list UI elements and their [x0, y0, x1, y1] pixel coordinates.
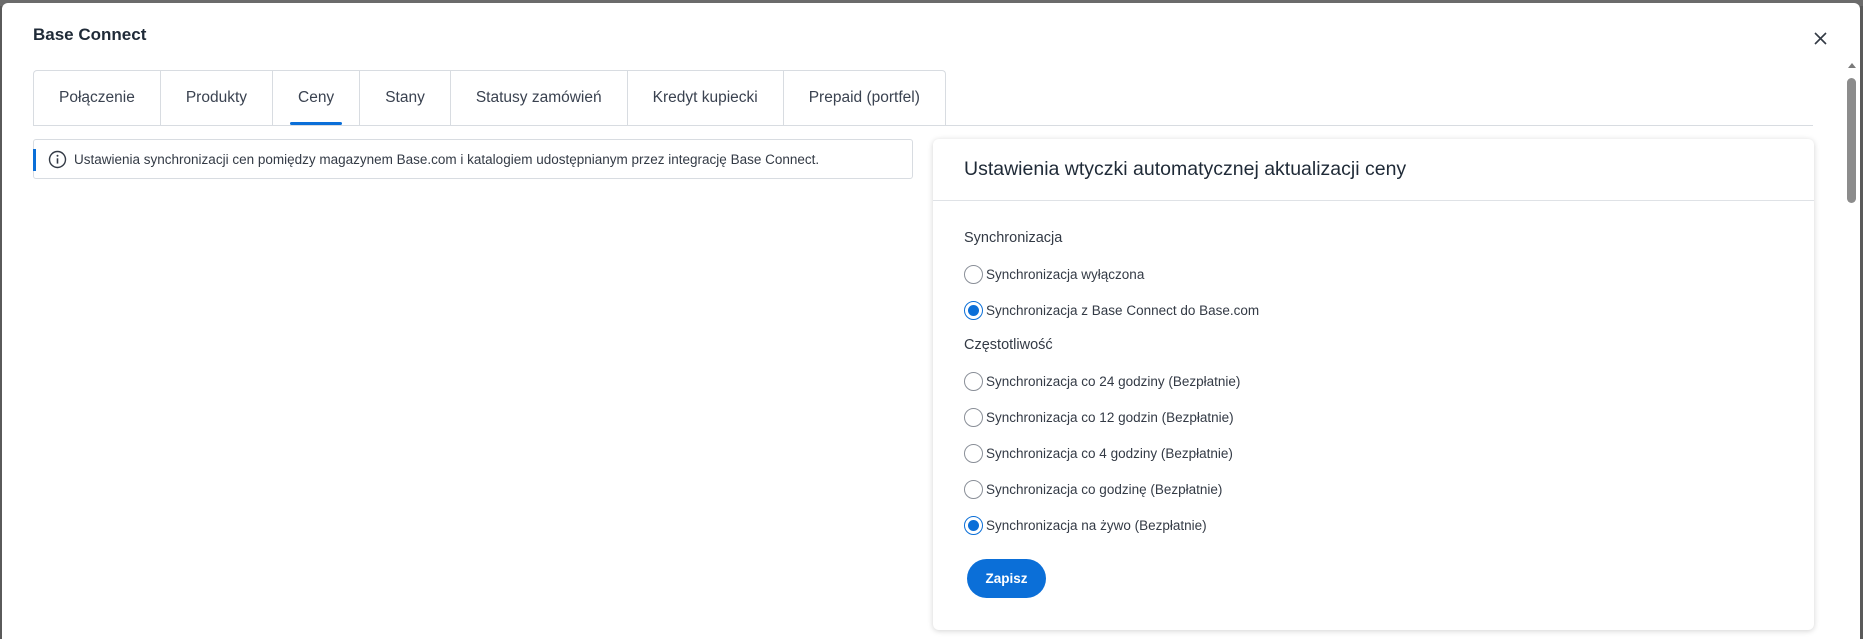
save-button[interactable]: Zapisz [967, 559, 1046, 598]
card-title: Ustawienia wtyczki automatycznej aktuali… [964, 158, 1407, 180]
modal-title: Base Connect [33, 25, 147, 44]
radio-button[interactable] [964, 480, 983, 499]
info-alert: Ustawienia synchronizacji cen pomiędzy m… [33, 139, 913, 179]
tab-statusy-zamowien[interactable]: Statusy zamówień [451, 71, 628, 125]
tab-kredyt-kupiecki[interactable]: Kredyt kupiecki [628, 71, 784, 125]
radio-sync-to-base[interactable]: Synchronizacja z Base Connect do Base.co… [964, 301, 1259, 320]
tab-label: Prepaid (portfel) [808, 89, 920, 106]
tabs-divider [33, 125, 1813, 126]
tab-prepaid[interactable]: Prepaid (portfel) [784, 71, 945, 125]
tab-label: Ceny [298, 89, 335, 106]
radio-button[interactable] [964, 516, 983, 535]
tab-label: Kredyt kupiecki [652, 89, 758, 106]
close-icon [1813, 31, 1827, 45]
radio-sync-off[interactable]: Synchronizacja wyłączona [964, 265, 1144, 284]
tab-label: Stany [385, 89, 425, 106]
radio-button[interactable] [964, 372, 983, 391]
info-icon [48, 150, 67, 169]
radio-label: Synchronizacja na żywo (Bezpłatnie) [986, 518, 1207, 533]
tab-stany[interactable]: Stany [360, 71, 451, 125]
tab-label: Produkty [185, 89, 247, 106]
radio-button[interactable] [964, 265, 983, 284]
radio-freq-1h[interactable]: Synchronizacja co godzinę (Bezpłatnie) [964, 480, 1222, 499]
radio-freq-live[interactable]: Synchronizacja na żywo (Bezpłatnie) [964, 516, 1207, 535]
close-button[interactable] [1807, 25, 1833, 51]
radio-button[interactable] [964, 301, 983, 320]
tab-label: Statusy zamówień [475, 89, 602, 106]
radio-label: Synchronizacja co 4 godziny (Bezpłatnie) [986, 446, 1233, 461]
radio-freq-12h[interactable]: Synchronizacja co 12 godzin (Bezpłatnie) [964, 408, 1234, 427]
price-sync-settings-card: Ustawienia wtyczki automatycznej aktuali… [933, 139, 1814, 630]
scroll-up-arrow-icon[interactable] [1847, 61, 1857, 69]
base-connect-modal: Base Connect Połączenie Produkty Ceny St… [2, 3, 1860, 639]
radio-freq-4h[interactable]: Synchronizacja co 4 godziny (Bezpłatnie) [964, 444, 1233, 463]
radio-label: Synchronizacja co godzinę (Bezpłatnie) [986, 482, 1223, 497]
tab-polaczenie[interactable]: Połączenie [34, 71, 161, 125]
tab-label: Połączenie [59, 89, 135, 106]
scrollbar-thumb[interactable] [1847, 78, 1856, 203]
tab-bar: Połączenie Produkty Ceny Stany Statusy z… [33, 70, 946, 125]
radio-freq-24h[interactable]: Synchronizacja co 24 godziny (Bezpłatnie… [964, 372, 1240, 391]
radio-label: Synchronizacja z Base Connect do Base.co… [986, 303, 1260, 318]
radio-button[interactable] [964, 444, 983, 463]
sync-section-label: Synchronizacja [964, 230, 1063, 246]
radio-button[interactable] [964, 408, 983, 427]
card-header: Ustawienia wtyczki automatycznej aktuali… [933, 139, 1814, 201]
info-text: Ustawienia synchronizacji cen pomiędzy m… [74, 151, 820, 167]
radio-label: Synchronizacja co 24 godziny (Bezpłatnie… [986, 374, 1241, 389]
radio-label: Synchronizacja co 12 godzin (Bezpłatnie) [986, 410, 1234, 425]
tab-ceny[interactable]: Ceny [273, 71, 361, 125]
frequency-section-label: Częstotliwość [964, 337, 1053, 353]
vertical-scrollbar[interactable] [1844, 61, 1860, 639]
tab-produkty[interactable]: Produkty [161, 71, 273, 125]
radio-label: Synchronizacja wyłączona [986, 267, 1145, 282]
